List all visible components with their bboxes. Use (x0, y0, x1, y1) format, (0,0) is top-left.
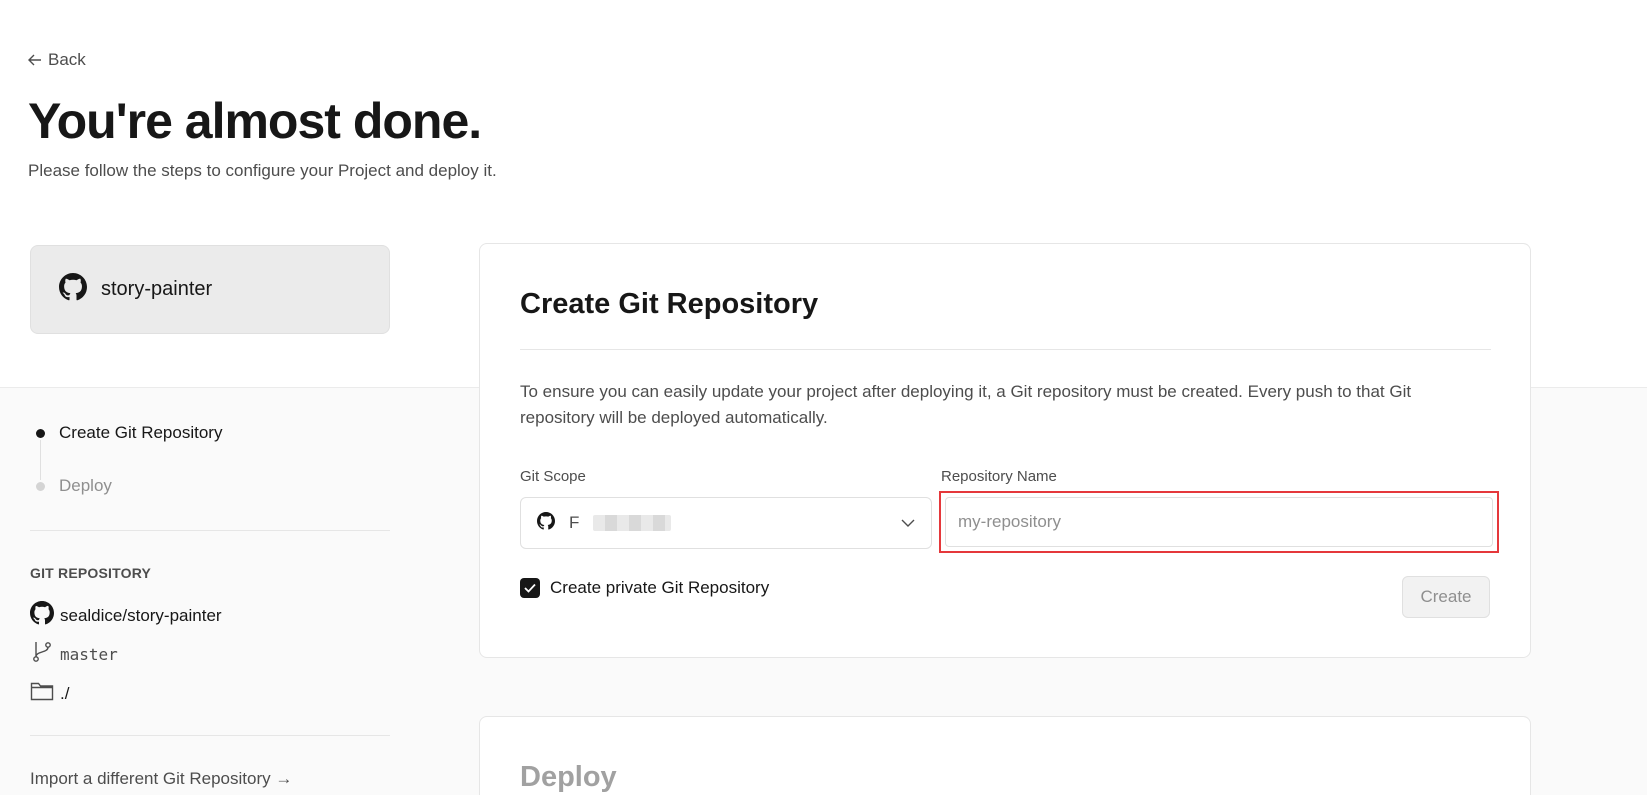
repo-full-name: sealdice/story-painter (60, 605, 222, 625)
create-git-repository-card: Create Git Repository To ensure you can … (479, 243, 1531, 658)
redacted-scope-name (593, 515, 672, 531)
folder-icon (30, 680, 54, 707)
branch-name: master (60, 645, 118, 664)
root-directory: ./ (60, 683, 70, 703)
git-scope-select[interactable]: F (520, 497, 932, 549)
sidebar-divider (30, 530, 390, 531)
git-branch-icon (30, 640, 54, 669)
card-divider (520, 349, 1491, 350)
step-deploy: Deploy (36, 473, 222, 499)
repository-name-label: Repository Name (941, 468, 1057, 485)
repo-chip: story-painter (30, 245, 390, 334)
repository-name-highlight (939, 491, 1499, 553)
page-subtitle: Please follow the steps to configure you… (28, 161, 497, 180)
arrow-left-icon (28, 52, 42, 69)
private-repo-label: Create private Git Repository (550, 578, 770, 597)
repo-row[interactable]: sealdice/story-painter (30, 601, 222, 630)
github-icon (537, 511, 555, 535)
checkmark-icon (524, 583, 536, 593)
step-active-dot (36, 428, 45, 438)
step-label: Deploy (59, 476, 112, 495)
step-label: Create Git Repository (59, 423, 223, 442)
steps-list: Create Git Repository Deploy (36, 420, 222, 499)
branch-row: master (30, 640, 118, 669)
back-label: Back (48, 50, 86, 69)
deploy-card: Deploy (479, 716, 1531, 795)
private-repo-checkbox-row[interactable]: Create private Git Repository (520, 578, 769, 598)
root-dir-row: ./ (30, 680, 69, 707)
card-description: To ensure you can easily update your pro… (520, 382, 1412, 427)
repository-name-input[interactable] (945, 497, 1493, 547)
card-title: Create Git Repository (520, 288, 819, 320)
private-repo-checkbox[interactable] (520, 578, 540, 598)
sidebar-divider (30, 735, 390, 736)
page: Back You're almost done. Please follow t… (0, 0, 1647, 795)
github-icon (30, 601, 54, 630)
page-title: You're almost done. (28, 93, 482, 149)
step-create-git-repository: Create Git Repository (36, 420, 222, 446)
step-inactive-dot (36, 481, 45, 491)
git-scope-value: F (569, 513, 580, 532)
chevron-down-icon (901, 514, 915, 532)
git-scope-label: Git Scope (520, 468, 586, 485)
github-icon (59, 273, 87, 306)
create-button[interactable]: Create (1402, 576, 1490, 618)
git-repository-heading: GIT REPOSITORY (30, 565, 152, 581)
back-link[interactable]: Back (28, 50, 86, 70)
repo-chip-name: story-painter (101, 278, 213, 300)
import-different-repo-link[interactable]: Import a different Git Repository → (30, 769, 292, 789)
deploy-card-title: Deploy (520, 761, 617, 793)
